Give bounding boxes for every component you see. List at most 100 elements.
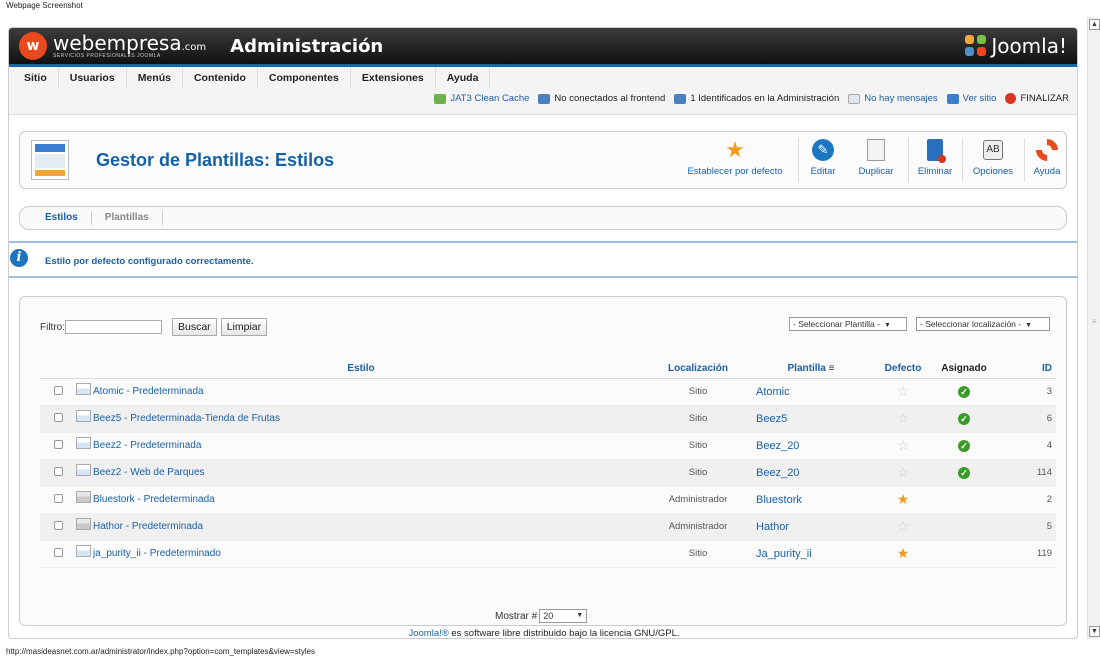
delete-label: Eliminar xyxy=(917,166,953,177)
edit-icon: ✎ xyxy=(810,138,836,162)
row-checkbox[interactable] xyxy=(53,439,63,449)
template-link[interactable]: Hathor xyxy=(750,513,872,541)
template-select[interactable]: - Seleccionar Plantilla - ▼ xyxy=(789,317,907,331)
brand-subtitle: SERVICIOS PROFESIONALES JOOMLA xyxy=(53,53,161,59)
style-name-link[interactable]: Beez2 - Predeterminada xyxy=(93,440,201,451)
row-checkbox[interactable] xyxy=(53,466,63,476)
pager-limit-select[interactable]: 20 ▼ xyxy=(539,609,588,623)
template-link[interactable]: Beez_20 xyxy=(750,459,872,487)
template-thumbnail-icon[interactable] xyxy=(76,382,91,395)
scroll-grip-icon[interactable]: ≡ xyxy=(1092,317,1097,326)
column-estilo[interactable]: Estilo xyxy=(76,359,646,379)
menu-item-ayuda[interactable]: Ayuda xyxy=(436,67,491,89)
row-checkbox[interactable] xyxy=(53,385,63,395)
styles-panel: Filtro: Buscar Limpiar - Seleccionar Pla… xyxy=(19,296,1067,626)
assigned-check-icon: ✓ xyxy=(958,466,970,479)
duplicate-icon xyxy=(863,138,889,162)
search-button[interactable]: Buscar xyxy=(172,318,217,336)
template-thumbnail-icon[interactable] xyxy=(76,544,91,557)
tab-plantillas[interactable]: Plantillas xyxy=(92,211,163,225)
brand-name: webempresa xyxy=(53,31,182,55)
location-cell: Sitio xyxy=(646,405,750,433)
style-name-link[interactable]: Beez2 - Web de Parques xyxy=(93,467,205,478)
default-star-icon[interactable]: ★ xyxy=(872,540,934,568)
menu-item-extensiones[interactable]: Extensiones xyxy=(351,67,436,89)
templates-page-icon xyxy=(31,140,69,180)
assigned-check-icon: ✓ xyxy=(958,385,970,398)
template-thumbnail-icon[interactable] xyxy=(76,490,91,503)
column-localizacion[interactable]: Localización xyxy=(646,359,750,379)
view-site-label: Ver sitio xyxy=(962,93,997,104)
template-link[interactable]: Ja_purity_ii xyxy=(750,540,872,568)
styles-table: Estilo Localización Plantilla ≡ Defecto … xyxy=(40,359,1056,568)
logout-link[interactable]: FINALIZAR xyxy=(1005,93,1069,104)
messages-link[interactable]: No hay mensajes xyxy=(848,93,938,104)
filter-input[interactable] xyxy=(65,320,162,334)
style-name-link[interactable]: Hathor - Predeterminada xyxy=(93,521,203,532)
default-star-icon[interactable]: ★ xyxy=(872,486,934,514)
joomla-link[interactable]: Joomla!® xyxy=(408,628,448,638)
style-name-link[interactable]: ja_purity_ii - Predeterminado xyxy=(93,548,221,559)
style-name-link[interactable]: Atomic - Predeterminada xyxy=(93,386,204,397)
menu-item-componentes[interactable]: Componentes xyxy=(258,67,351,89)
joomla-logo: Joomla! xyxy=(965,34,1067,58)
menu-item-menus[interactable]: Menús xyxy=(127,67,183,89)
scrollbar[interactable]: ▲ ≡ ▼ xyxy=(1087,17,1100,639)
tab-estilos[interactable]: Estilos xyxy=(32,211,92,225)
id-cell: 2 xyxy=(994,486,1056,514)
scroll-up-icon[interactable]: ▲ xyxy=(1089,19,1100,30)
id-cell: 5 xyxy=(994,513,1056,541)
pagination: Mostrar # 20 ▼ xyxy=(495,609,588,623)
row-checkbox[interactable] xyxy=(53,547,63,557)
set-default-star-icon[interactable]: ☆ xyxy=(872,432,934,460)
template-link[interactable]: Beez5 xyxy=(750,405,872,433)
template-thumbnail-icon[interactable] xyxy=(76,517,91,530)
column-plantilla-label: Plantilla xyxy=(787,362,826,374)
set-default-star-icon[interactable]: ☆ xyxy=(872,513,934,541)
template-link[interactable]: Bluestork xyxy=(750,486,872,514)
edit-button[interactable]: ✎ Editar xyxy=(806,138,840,177)
set-default-star-icon[interactable]: ☆ xyxy=(872,459,934,487)
column-plantilla[interactable]: Plantilla ≡ xyxy=(750,359,872,379)
row-checkbox[interactable] xyxy=(53,412,63,422)
options-button[interactable]: AB Opciones xyxy=(968,138,1018,177)
template-link[interactable]: Atomic xyxy=(750,378,872,406)
location-cell: Sitio xyxy=(646,540,750,568)
set-default-label: Establecer por defecto xyxy=(687,166,783,177)
status-url: http://masideasnet.com.ar/administrator/… xyxy=(6,647,316,656)
template-thumbnail-icon[interactable] xyxy=(76,436,91,449)
duplicate-button[interactable]: Duplicar xyxy=(852,138,900,177)
table-row: Beez2 - Predeterminada Sitio Beez_20 ☆ ✓ 4 xyxy=(40,432,1056,460)
template-link[interactable]: Beez_20 xyxy=(750,432,872,460)
sub-navigation: Estilos Plantillas xyxy=(19,206,1067,230)
column-id[interactable]: ID xyxy=(994,359,1056,379)
scroll-down-icon[interactable]: ▼ xyxy=(1089,626,1100,637)
style-name-link[interactable]: Beez5 - Predeterminada-Tienda de Frutas xyxy=(93,413,280,424)
clear-button[interactable]: Limpiar xyxy=(220,318,268,336)
column-defecto[interactable]: Defecto xyxy=(872,359,934,379)
set-default-star-icon[interactable]: ☆ xyxy=(872,405,934,433)
set-default-button[interactable]: ★ Establecer por defecto xyxy=(680,137,790,177)
menu-item-usuarios[interactable]: Usuarios xyxy=(59,67,127,89)
style-name-link[interactable]: Bluestork - Predeterminada xyxy=(93,494,215,505)
location-select[interactable]: - Seleccionar localización - ▼ xyxy=(916,317,1050,331)
row-checkbox[interactable] xyxy=(53,493,63,503)
template-select-value: - Seleccionar Plantilla - xyxy=(793,319,880,329)
menu-item-contenido[interactable]: Contenido xyxy=(183,67,258,89)
row-checkbox[interactable] xyxy=(53,520,63,530)
set-default-star-icon[interactable]: ☆ xyxy=(872,378,934,406)
frontend-label: No conectados al frontend xyxy=(554,93,666,104)
jat3-cache-link[interactable]: JAT3 Clean Cache xyxy=(434,93,529,104)
admin-header: w webempresa.com SERVICIOS PROFESIONALES… xyxy=(9,28,1077,67)
view-site-link[interactable]: Ver sitio xyxy=(946,93,997,104)
template-thumbnail-icon[interactable] xyxy=(76,409,91,422)
menu-item-sitio[interactable]: Sitio xyxy=(13,67,59,89)
table-row: Beez5 - Predeterminada-Tienda de Frutas S… xyxy=(40,405,1056,433)
menu-bar: Sitio Usuarios Menús Contenido Component… xyxy=(9,67,1077,115)
delete-button[interactable]: Eliminar xyxy=(914,138,956,177)
help-button[interactable]: Ayuda xyxy=(1030,134,1064,177)
template-thumbnail-icon[interactable] xyxy=(76,463,91,476)
location-cell: Administrador xyxy=(646,513,750,541)
users-icon xyxy=(538,93,551,104)
id-cell: 114 xyxy=(994,459,1056,487)
